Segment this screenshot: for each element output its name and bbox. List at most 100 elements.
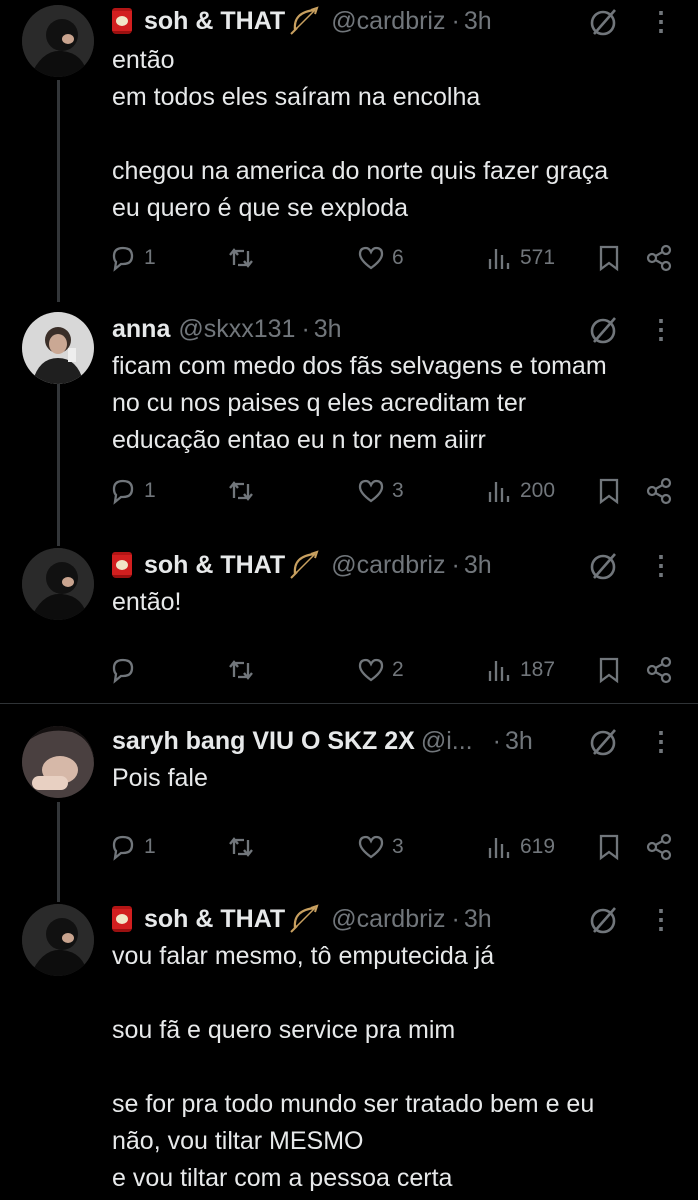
tweet-1[interactable]: soh & THAT @cardbriz · 3h ⋮ então em tod… [0, 0, 698, 300]
more-icon[interactable]: ⋮ [648, 314, 674, 346]
reply-button[interactable]: 1 [108, 240, 156, 276]
repost-button[interactable] [226, 829, 256, 865]
bookmark-button[interactable] [594, 829, 624, 865]
repost-icon [229, 837, 253, 857]
views-button[interactable]: 571 [484, 240, 555, 276]
tweet-text: vou falar mesmo, tô emputecida já sou fã… [112, 942, 595, 1192]
bow-arrow-icon [290, 904, 319, 933]
action-bar: 1 6 571 [108, 240, 688, 276]
like-count: 3 [392, 479, 404, 502]
handle[interactable]: @cardbriz [331, 7, 445, 36]
handle[interactable]: @skxx131 [178, 315, 295, 344]
like-button[interactable]: 2 [356, 652, 404, 688]
reply-icon [112, 246, 134, 272]
more-icon[interactable]: ⋮ [648, 6, 674, 38]
handle[interactable]: @cardbriz [331, 905, 445, 934]
heart-icon [358, 479, 384, 503]
views-button[interactable]: 200 [484, 473, 555, 509]
views-button[interactable]: 619 [484, 829, 555, 865]
like-button[interactable]: 6 [356, 240, 404, 276]
separator: · [451, 904, 460, 933]
share-button[interactable] [644, 240, 674, 276]
more-icon[interactable]: ⋮ [648, 550, 674, 582]
grok-icon[interactable] [588, 726, 620, 758]
bow-arrow-icon [290, 6, 319, 35]
tweet-text: ficam com medo dos fãs selvagens e tomam… [112, 352, 607, 454]
views-icon [488, 482, 510, 502]
repost-button[interactable] [226, 240, 256, 276]
bookmark-button[interactable] [594, 652, 624, 688]
bookmark-icon [599, 478, 619, 505]
grok-icon[interactable] [588, 6, 620, 38]
bookmark-icon [599, 657, 619, 684]
timestamp[interactable]: 3h [464, 551, 492, 580]
tweet-header: soh & THAT @cardbriz · 3h [112, 548, 492, 582]
reply-button[interactable]: 1 [108, 829, 156, 865]
share-icon [646, 833, 672, 861]
tweet-3[interactable]: soh & THAT @cardbriz · 3h ⋮ então! 2 187 [0, 540, 698, 700]
action-bar: 2 187 [108, 652, 688, 688]
bookmark-button[interactable] [594, 240, 624, 276]
avatar[interactable] [22, 904, 94, 976]
action-bar: 1 3 200 [108, 473, 688, 509]
tweet-2[interactable]: anna @skxx131 · 3h ⋮ ficam com medo dos … [0, 300, 698, 540]
repost-icon [229, 248, 253, 268]
soup-can-icon [112, 8, 132, 34]
timestamp[interactable]: 3h [314, 315, 342, 344]
share-button[interactable] [644, 473, 674, 509]
soup-can-icon [112, 552, 132, 578]
like-button[interactable]: 3 [356, 829, 404, 865]
display-name[interactable]: anna [112, 315, 170, 344]
share-icon [646, 656, 672, 684]
grok-icon[interactable] [588, 314, 620, 346]
tweet-5[interactable]: soh & THAT @cardbriz · 3h ⋮ vou falar me… [0, 896, 698, 1200]
display-name[interactable]: soh & THAT [144, 7, 285, 36]
display-name[interactable]: saryh bang VIU O SKZ 2X [112, 727, 415, 756]
views-icon [488, 838, 510, 858]
share-button[interactable] [644, 652, 674, 688]
reply-count: 1 [144, 479, 156, 502]
reply-count: 1 [144, 246, 156, 269]
handle[interactable]: @i... [421, 727, 473, 756]
more-icon[interactable]: ⋮ [648, 904, 674, 936]
tweet-header: soh & THAT @cardbriz · 3h [112, 4, 492, 38]
action-bar: 1 3 619 [108, 829, 688, 865]
grok-icon[interactable] [588, 904, 620, 936]
reply-button[interactable] [108, 652, 144, 688]
grok-icon[interactable] [588, 550, 620, 582]
timestamp[interactable]: 3h [464, 905, 492, 934]
share-button[interactable] [644, 829, 674, 865]
tweet-text: então em todos eles saíram na encolha ch… [112, 46, 609, 222]
avatar[interactable] [22, 5, 94, 77]
timestamp[interactable]: 3h [464, 7, 492, 36]
repost-button[interactable] [226, 473, 256, 509]
tweet-header: saryh bang VIU O SKZ 2X @i... · 3h [112, 724, 533, 758]
tweet-header: soh & THAT @cardbriz · 3h [112, 902, 492, 936]
bookmark-button[interactable] [594, 473, 624, 509]
repost-button[interactable] [226, 652, 256, 688]
tweet-4[interactable]: saryh bang VIU O SKZ 2X @i... · 3h ⋮ Poi… [0, 704, 698, 880]
reply-button[interactable]: 1 [108, 473, 156, 509]
handle[interactable]: @cardbriz [331, 551, 445, 580]
views-icon [488, 661, 510, 681]
repost-icon [229, 481, 253, 501]
tweet-text: Pois fale [112, 764, 208, 792]
reply-icon [112, 658, 134, 684]
like-count: 3 [392, 835, 404, 858]
view-count: 619 [520, 835, 556, 858]
timestamp[interactable]: 3h [505, 727, 533, 756]
tweet-text: então! [112, 588, 182, 616]
avatar[interactable] [22, 726, 94, 798]
bow-arrow-icon [290, 550, 319, 579]
soup-can-icon [112, 906, 132, 932]
avatar[interactable] [22, 312, 94, 384]
separator: · [301, 314, 310, 343]
like-count: 6 [392, 246, 404, 269]
like-button[interactable]: 3 [356, 473, 404, 509]
more-icon[interactable]: ⋮ [648, 726, 674, 758]
display-name[interactable]: soh & THAT [144, 905, 285, 934]
views-button[interactable]: 187 [484, 652, 555, 688]
avatar[interactable] [22, 548, 94, 620]
display-name[interactable]: soh & THAT [144, 551, 285, 580]
like-count: 2 [392, 658, 404, 681]
